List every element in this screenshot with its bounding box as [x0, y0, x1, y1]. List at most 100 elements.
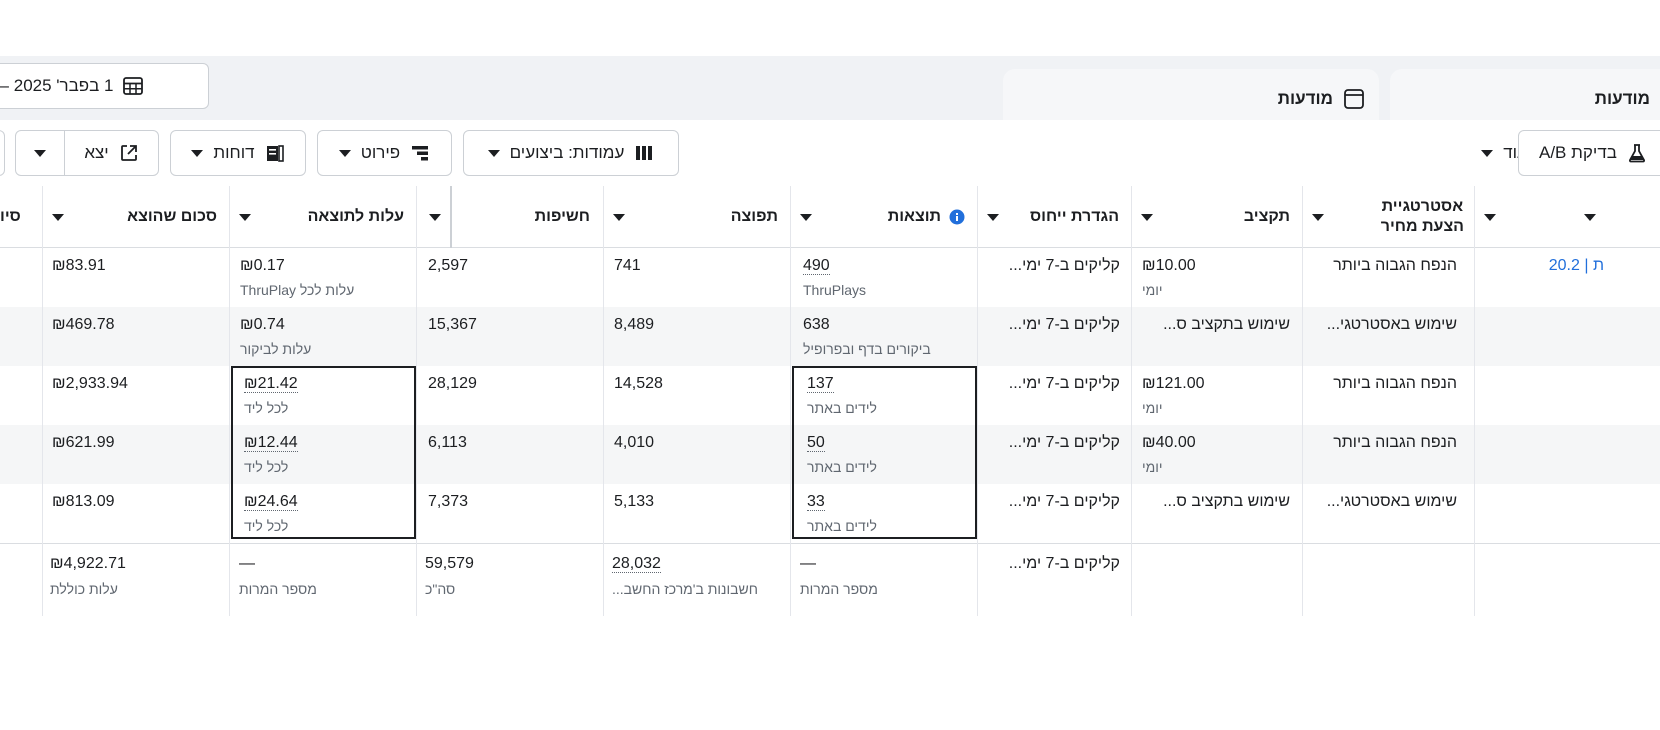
column-header-impressions[interactable]: חשיפות [460, 186, 590, 248]
sort-caret-icon [987, 213, 999, 221]
toolbar-edge-button[interactable] [0, 130, 5, 176]
budget-cell: ₪40.00 [1142, 434, 1196, 451]
flask-icon [1628, 144, 1645, 163]
column-header-attribution[interactable]: הגדרת ייחוס [987, 186, 1119, 248]
cost-per-result-value: ₪0.17 [240, 257, 285, 274]
sort-caret-icon [800, 213, 812, 221]
ab-test-label: A/B בדיקת [1539, 143, 1617, 162]
bid-strategy-cell: הנפח הגבוה ביותר [1333, 434, 1457, 451]
column-header-results[interactable]: תוצאות [800, 186, 965, 248]
calendar-table-icon [122, 77, 143, 95]
totals-cost-per-result: — [239, 555, 255, 572]
amount-spent-cell: ₪469.78 [52, 316, 115, 333]
column-header-label: סכום שהוצא [127, 208, 217, 225]
col-divider [42, 186, 43, 616]
column-header-cost-per-result[interactable]: עלות לתוצאה [239, 186, 404, 248]
reach-cell: 4,010 [614, 434, 655, 451]
tab-ads-selected-label: מודעות [1594, 89, 1650, 108]
budget-cell: שימוש בתקציב ס... [1163, 316, 1290, 333]
more-button[interactable]: עוד [1423, 130, 1527, 176]
budget-cell: שימוש בתקציב ס... [1163, 493, 1290, 510]
breakdown-label: פירוט [360, 143, 401, 162]
reports-button[interactable]: דוחות [170, 130, 306, 176]
column-header-menu-caret[interactable] [1584, 214, 1596, 221]
attribution-cell: קליקים ב-7 ימי... [1008, 375, 1120, 392]
column-header-bid-strategy[interactable]: אסטרטגיית הצעת מחיר [1312, 186, 1464, 248]
sort-caret-icon [239, 213, 251, 221]
cost-per-result-value: ₪0.74 [240, 316, 285, 333]
totals-results-sub: מספר המרות [800, 581, 878, 597]
results-sub: ביקורים בדף ובפרופיל [803, 341, 931, 357]
impressions-cell: 7,373 [428, 493, 469, 510]
totals-impressions-sub: סה"כ [425, 581, 456, 597]
export-dropdown-button[interactable] [15, 130, 65, 176]
column-header-label: חשיפות [534, 208, 590, 225]
ad-window-icon [1344, 89, 1364, 109]
column-header-label: תוצאות [887, 208, 941, 225]
highlight-box-cost-per-result [231, 366, 416, 539]
totals-attribution: קליקים ב-7 ימי... [1008, 555, 1120, 572]
attribution-cell: קליקים ב-7 ימי... [1008, 434, 1120, 451]
amount-spent-cell: ₪813.09 [52, 493, 115, 510]
freeze-divider [450, 186, 452, 248]
amount-spent-cell: ₪83.91 [52, 257, 106, 274]
column-header-label: הגדרת ייחוס [1030, 208, 1119, 225]
totals-reach-sub: חשבונות ב'מרכז החשב... [612, 581, 758, 597]
column-header-label: עלות לתוצאה [307, 208, 404, 225]
breakdown-icon [412, 146, 429, 161]
bid-strategy-cell: הנפח הגבוה ביותר [1333, 375, 1457, 392]
ab-test-button[interactable]: A/B בדיקת [1518, 130, 1660, 176]
totals-impressions: 59,579 [425, 555, 474, 572]
columns-label: עמודות: ביצועים [509, 143, 625, 162]
columns-button[interactable]: עמודות: ביצועים [463, 130, 679, 176]
chevron-down-icon [34, 149, 46, 157]
breakdown-button[interactable]: פירוט [317, 130, 452, 176]
column-header-menu-caret[interactable] [1484, 214, 1496, 221]
column-header-label: תפוצה [730, 208, 778, 225]
attribution-cell: קליקים ב-7 ימי... [1008, 316, 1120, 333]
chevron-down-icon [338, 149, 351, 157]
results-value[interactable]: 490 [803, 257, 830, 275]
external-link-icon [120, 145, 137, 161]
campaign-name-link[interactable]: 20.2 | ת [1549, 257, 1604, 275]
budget-sub: יומי [1142, 459, 1163, 475]
bid-strategy-cell: שימוש באסטרטגי... [1326, 316, 1457, 333]
amount-spent-cell: ₪621.99 [52, 434, 115, 451]
column-header-impressions-menu[interactable] [426, 186, 441, 248]
cost-per-result-sub: עלות לכל ThruPlay [240, 282, 355, 298]
reach-cell: 8,489 [614, 316, 655, 333]
columns-icon [636, 146, 653, 160]
impressions-cell: 2,597 [428, 257, 469, 274]
col-divider [790, 186, 791, 616]
column-header-amount-spent[interactable]: סכום שהוצא [52, 186, 217, 248]
sort-caret-icon [429, 213, 441, 221]
results-sub: ThruPlays [803, 282, 867, 298]
reach-cell: 5,133 [614, 493, 655, 510]
sort-caret-icon [613, 213, 625, 221]
info-icon[interactable] [949, 209, 965, 225]
col-divider [1131, 186, 1132, 616]
budget-sub: יומי [1142, 282, 1163, 298]
reach-cell: 14,528 [614, 375, 663, 392]
col-divider [603, 186, 604, 616]
col-divider [229, 186, 230, 616]
impressions-cell: 15,367 [428, 316, 477, 333]
budget-cell: ₪10.00 [1142, 257, 1196, 274]
totals-reach[interactable]: 28,032 [612, 555, 661, 573]
sort-caret-icon [1141, 213, 1153, 221]
col-divider [977, 186, 978, 616]
sort-caret-icon [52, 213, 64, 221]
column-header-label: הצעת מחיר [1380, 218, 1464, 235]
date-range-label: 1 בפבר' 2025 – 28 ב [0, 76, 114, 95]
totals-results: — [800, 555, 816, 572]
bid-strategy-cell: הנפח הגבוה ביותר [1333, 257, 1457, 274]
date-range-picker[interactable]: 1 בפבר' 2025 – 28 ב [0, 63, 209, 109]
tab-ads-label: מודעות [1277, 89, 1333, 108]
column-header-reach[interactable]: תפוצה [613, 186, 778, 248]
results-value[interactable]: 638 [803, 316, 830, 333]
export-button[interactable]: יצא [64, 130, 159, 176]
reach-cell: 741 [614, 257, 641, 274]
column-header-budget[interactable]: תקציב [1141, 186, 1290, 248]
column-header-partial[interactable]: סיו [0, 186, 30, 248]
attribution-cell: קליקים ב-7 ימי... [1008, 493, 1120, 510]
